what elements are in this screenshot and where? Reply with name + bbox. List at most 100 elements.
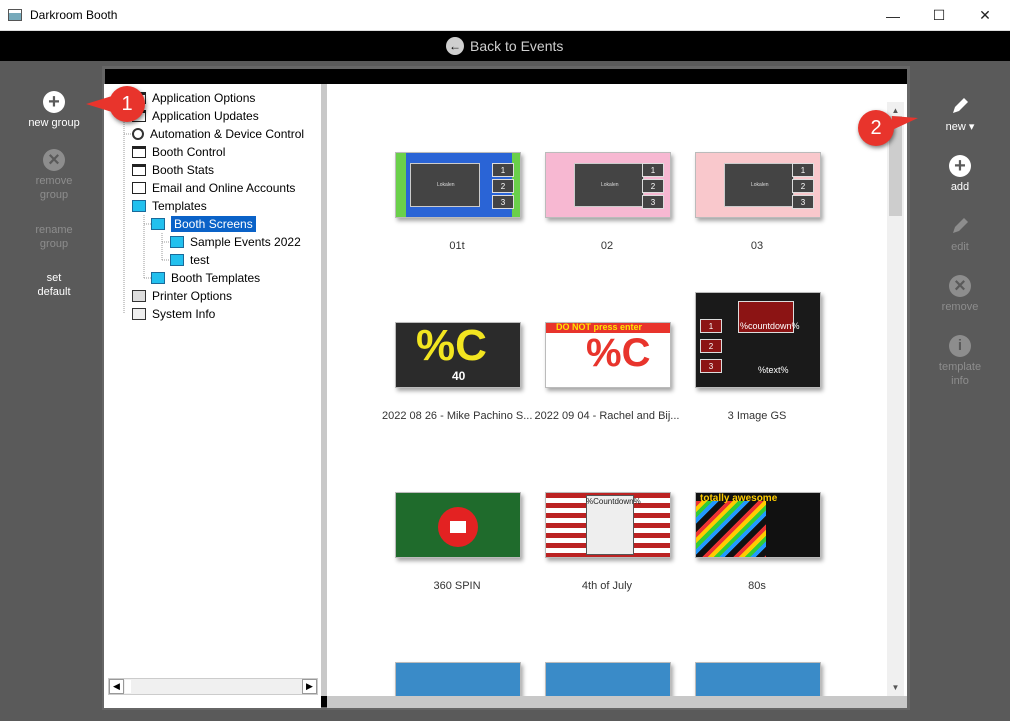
scroll-right-icon[interactable]: ▶ — [302, 679, 317, 694]
plus-icon: + — [949, 155, 971, 177]
template-label: 360 SPIN — [433, 580, 481, 592]
add-button[interactable]: + add — [910, 155, 1010, 194]
folder-icon — [132, 200, 146, 212]
edit-button[interactable]: edit — [910, 215, 1010, 254]
template-tile-01t[interactable]: Lokalen 1 2 3 — [395, 152, 521, 218]
set-default-button[interactable]: set default — [4, 271, 104, 299]
new-button[interactable]: new ▾ — [910, 95, 1010, 134]
countdown-placeholder: %Countdown% — [586, 497, 641, 506]
tree-item-application-options[interactable]: Application Options — [132, 89, 255, 107]
back-to-events-label: Back to Events — [470, 38, 564, 54]
template-tile-rachel[interactable]: DO NOT press enter %C — [545, 322, 671, 388]
countdown-text: %C — [586, 331, 651, 375]
remove-icon: × — [43, 149, 65, 171]
tree-item-booth-templates[interactable]: Booth Templates — [151, 269, 260, 287]
template-tile-mike-pachino[interactable]: %C 40 — [395, 322, 521, 388]
template-tile[interactable] — [695, 662, 821, 696]
grid-bottom-bar — [327, 696, 907, 708]
template-tile-80s[interactable]: totally awesome — [695, 492, 821, 558]
tile-number: 2 — [642, 179, 664, 193]
wrench-icon — [132, 128, 144, 140]
printer-icon — [132, 290, 146, 302]
folder-icon — [170, 254, 184, 266]
template-tile[interactable] — [545, 662, 671, 696]
template-tile-3-image-gs[interactable]: %countdown% %text% 1 2 3 — [695, 292, 821, 388]
info-icon: i — [949, 335, 971, 357]
rename-group-button[interactable]: rename group — [4, 223, 104, 251]
template-label: 03 — [750, 240, 764, 252]
template-grid: Lokalen 1 2 3 01t Lokalen 1 2 3 02 Lokal… — [327, 84, 907, 696]
remove-icon: × — [949, 275, 971, 297]
template-tile[interactable] — [395, 662, 521, 696]
pencil-icon — [953, 218, 968, 233]
template-label: 2022 09 04 - Rachel and Bij... — [534, 410, 680, 422]
tree-item-email-accounts[interactable]: Email and Online Accounts — [132, 179, 295, 197]
remove-button[interactable]: × remove — [910, 275, 1010, 314]
back-arrow-icon: ← — [446, 37, 464, 55]
minimize-button[interactable]: — — [870, 0, 916, 31]
tree-item-booth-control[interactable]: Booth Control — [132, 143, 225, 161]
template-tile-360-spin[interactable] — [395, 492, 521, 558]
tile-number: 1 — [642, 163, 664, 177]
tile-number: 2 — [492, 179, 514, 193]
tree-item-booth-stats[interactable]: Booth Stats — [132, 161, 214, 179]
age-text: 40 — [452, 369, 466, 383]
tile-number: 3 — [792, 195, 814, 209]
maximize-button[interactable]: ☐ — [916, 0, 962, 31]
template-label: 01t — [449, 240, 465, 252]
tree-horizontal-scrollbar[interactable]: ◀ ▶ — [108, 678, 318, 695]
envelope-icon — [132, 182, 146, 194]
tree-item-system-info[interactable]: System Info — [132, 305, 215, 323]
tile-number: 3 — [700, 359, 722, 373]
top-bar: ← Back to Events — [0, 31, 1010, 61]
tree-item-test[interactable]: test — [170, 251, 209, 269]
tree-item-application-updates[interactable]: Application Updates — [132, 107, 259, 125]
tree-item-automation[interactable]: Automation & Device Control — [132, 125, 304, 143]
preview-screen: Lokalen — [574, 163, 644, 207]
right-sidebar: new ▾ + add edit × remove i template inf… — [910, 61, 1010, 721]
window-title: Darkroom Booth — [30, 8, 118, 22]
remove-group-button[interactable]: × remove group — [4, 149, 104, 202]
window-icon — [132, 146, 146, 158]
preview-screen: Lokalen — [410, 163, 480, 207]
window-icon — [132, 164, 146, 176]
tile-number: 1 — [492, 163, 514, 177]
template-label: 02 — [600, 240, 614, 252]
countdown-text: %C — [416, 322, 487, 370]
callout-1-pointer — [86, 96, 112, 112]
close-button[interactable]: ✕ — [962, 0, 1008, 31]
app-icon — [8, 9, 22, 21]
tile-number: 2 — [700, 339, 722, 353]
folder-icon — [151, 218, 165, 230]
tree-item-templates[interactable]: Templates — [132, 197, 207, 215]
tile-number: 1 — [792, 163, 814, 177]
banner-text: totally awesome — [700, 493, 778, 504]
scroll-thumb[interactable] — [125, 680, 131, 693]
scroll-down-icon[interactable]: ▼ — [887, 679, 904, 696]
template-tile-4th-of-july[interactable]: %Countdown% — [545, 492, 671, 558]
scroll-left-icon[interactable]: ◀ — [109, 679, 124, 694]
computer-icon — [132, 308, 146, 320]
callout-2-pointer — [892, 116, 918, 130]
template-tile-03[interactable]: Lokalen 1 2 3 — [695, 152, 821, 218]
callout-1: 1 — [109, 86, 145, 122]
tile-number: 2 — [792, 179, 814, 193]
tile-number: 3 — [492, 195, 514, 209]
grid-vertical-scrollbar[interactable]: ▲ ▼ — [887, 102, 904, 696]
settings-tree: Application Options Application Updates … — [104, 84, 321, 708]
tree-item-booth-screens[interactable]: Booth Screens — [151, 215, 256, 233]
title-bar: Darkroom Booth — ☐ ✕ — [0, 0, 1010, 31]
tree-item-sample-events-2022[interactable]: Sample Events 2022 — [170, 233, 301, 251]
countdown-placeholder: %countdown% — [740, 321, 800, 331]
tree-item-printer-options[interactable]: Printer Options — [132, 287, 232, 305]
template-info-button[interactable]: i template info — [910, 335, 1010, 388]
template-label: 80s — [748, 580, 766, 592]
template-label: 4th of July — [581, 580, 633, 592]
left-sidebar: + new group × remove group rename group … — [0, 61, 102, 721]
pencil-icon — [953, 98, 968, 113]
tile-number: 1 — [700, 319, 722, 333]
back-to-events-button[interactable]: ← Back to Events — [446, 36, 563, 56]
template-tile-02[interactable]: Lokalen 1 2 3 — [545, 152, 671, 218]
callout-2: 2 — [858, 110, 894, 146]
template-label: 3 Image GS — [727, 410, 787, 422]
